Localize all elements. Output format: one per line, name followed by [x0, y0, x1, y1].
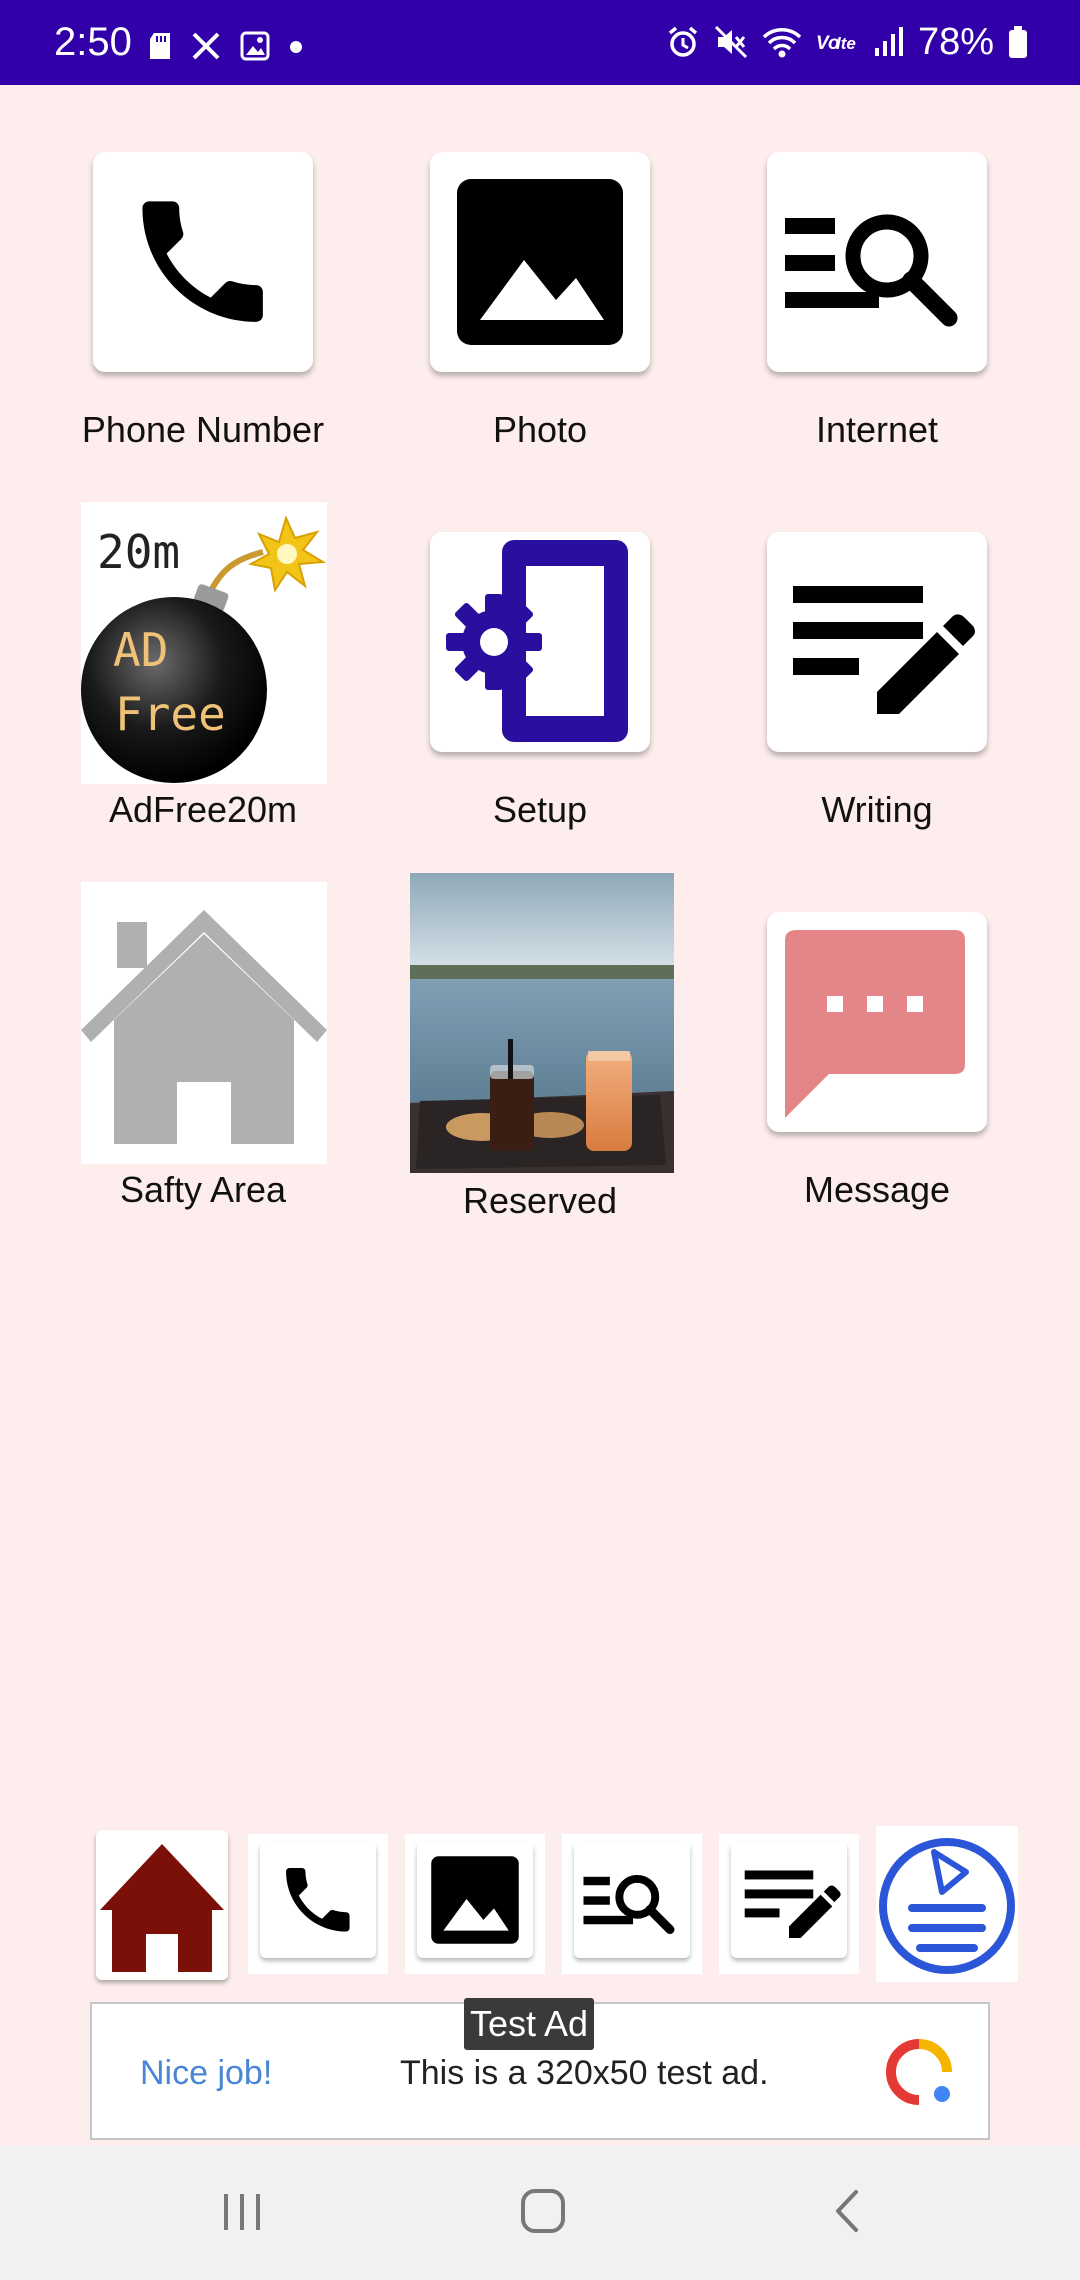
dock-phone-tile	[260, 1842, 376, 1958]
app-safty-area[interactable]: Safty Area	[53, 882, 353, 1222]
app-label: Setup	[492, 789, 588, 830]
dock-internet-button[interactable]	[562, 1834, 702, 1974]
dock-menu-button[interactable]	[876, 1826, 1018, 1982]
photo-icon	[457, 179, 623, 345]
dock-phone-button[interactable]	[248, 1834, 388, 1974]
dock-home-button[interactable]	[96, 1830, 228, 1980]
bomb-ad-text: AD	[113, 623, 168, 677]
home-icon	[100, 1844, 224, 1972]
dot-icon	[290, 41, 302, 53]
setup-tile-icon	[430, 532, 650, 752]
drinks-photo	[410, 873, 674, 1173]
dock-photo-button[interactable]	[405, 1834, 545, 1974]
signal-icon	[874, 27, 903, 56]
app-label: Photo	[492, 409, 588, 450]
message-icon	[785, 930, 965, 1118]
mute-icon	[714, 25, 747, 59]
app-label: Reserved	[462, 1180, 618, 1221]
photo-tile-icon	[430, 152, 650, 372]
app-setup[interactable]: Setup	[390, 532, 690, 842]
dock-writing-button[interactable]	[719, 1834, 859, 1974]
bomb-timer-text: 20m	[97, 525, 180, 579]
image-icon	[240, 31, 270, 61]
ad-nice-text: Nice job!	[140, 2054, 273, 2092]
status-time: 2:50	[54, 20, 132, 64]
app-internet[interactable]: Internet	[727, 152, 1027, 462]
app-reserved[interactable]: Reserved	[390, 873, 690, 1233]
app-writing[interactable]: Writing	[727, 532, 1027, 842]
tools-icon	[192, 32, 220, 60]
status-left-icons	[148, 30, 304, 62]
house-icon	[81, 910, 327, 1144]
phone-icon	[142, 201, 263, 322]
status-right: Vo lte 78%	[666, 20, 1028, 64]
writing-icon	[793, 586, 975, 714]
volte-icon: Volte	[816, 33, 856, 54]
dock-writing-tile	[731, 1842, 847, 1958]
alarm-icon	[668, 26, 698, 57]
search-list-icon	[583, 1874, 675, 1935]
wifi-icon	[762, 28, 802, 58]
ad-body-text: This is a 320x50 test ad.	[400, 2054, 769, 2092]
back-button[interactable]	[826, 2186, 870, 2236]
bomb-icon: 20m AD Free	[81, 515, 327, 783]
app-label: Phone Number	[81, 409, 325, 450]
safty-tile-icon	[81, 882, 327, 1164]
phone-tile-icon	[93, 152, 313, 372]
phone-settings-icon	[446, 540, 628, 742]
menu-play-icon	[879, 1838, 1015, 1974]
reserved-tile-image	[410, 873, 674, 1173]
system-nav-bar	[0, 2146, 1080, 2280]
internet-tile-icon	[767, 152, 987, 372]
status-bar: 2:50 Vo lte 78%	[0, 0, 1080, 85]
phone-icon	[286, 1868, 350, 1932]
ad-logo-icon	[885, 2039, 952, 2105]
writing-icon	[744, 1870, 841, 1938]
bomb-free-text: Free	[115, 687, 226, 741]
svg-text:lte: lte	[836, 34, 856, 53]
app-photo[interactable]: Photo	[390, 152, 690, 462]
recents-button[interactable]	[218, 2186, 268, 2236]
battery-percent: 78%	[917, 21, 994, 63]
app-message[interactable]: Message	[727, 912, 1027, 1222]
app-adfree20m[interactable]: 20m AD Free AdFree20m	[53, 502, 353, 842]
app-label: AdFree20m	[108, 789, 298, 830]
search-list-icon	[785, 214, 958, 327]
app-label: Writing	[821, 789, 933, 830]
sd-card-icon	[150, 33, 170, 59]
app-label: Safty Area	[119, 1169, 287, 1210]
message-tile-icon	[767, 912, 987, 1132]
dock-internet-tile	[574, 1842, 690, 1958]
test-ad-tag: Test Ad	[464, 1998, 595, 2050]
app-phone-number[interactable]: Phone Number	[53, 152, 353, 462]
dock-photo-tile	[417, 1842, 533, 1958]
app-label: Internet	[815, 409, 939, 450]
app-label: Message	[803, 1169, 951, 1210]
adfree-tile-icon: 20m AD Free	[81, 502, 327, 784]
writing-tile-icon	[767, 532, 987, 752]
home-button[interactable]	[518, 2186, 568, 2236]
battery-icon	[1009, 26, 1027, 58]
photo-icon	[431, 1856, 519, 1944]
